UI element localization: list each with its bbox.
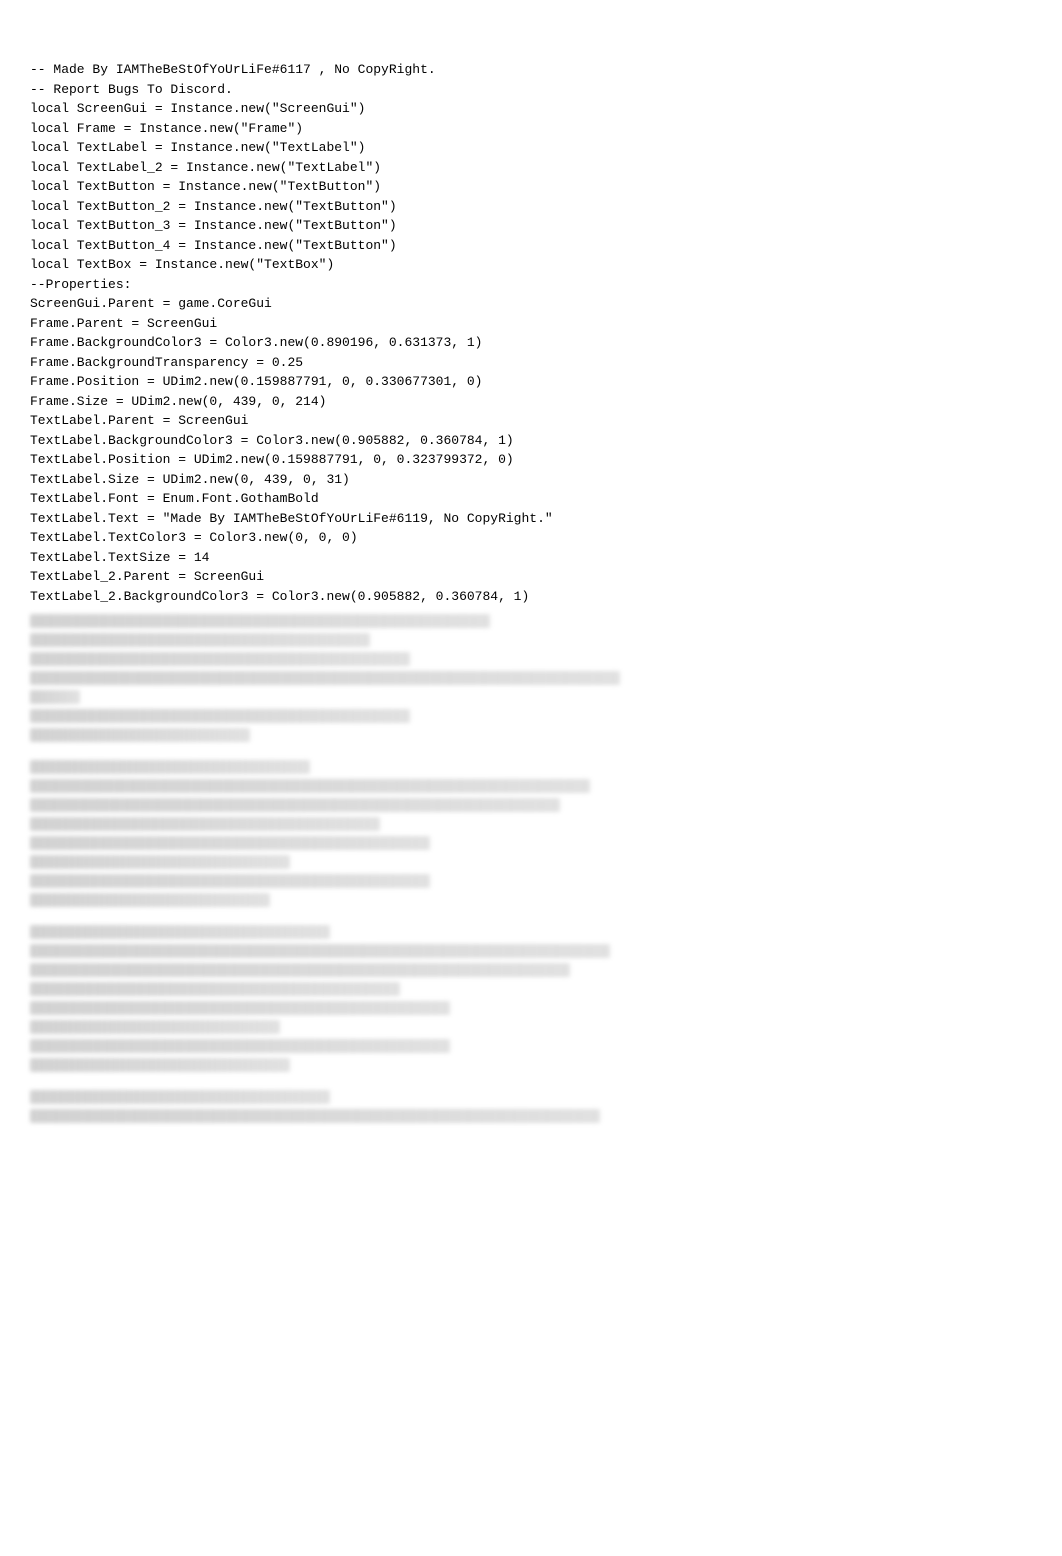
blur-line bbox=[30, 944, 610, 958]
blur-line bbox=[30, 1039, 450, 1053]
blur-group bbox=[30, 1090, 1032, 1123]
code-line: local TextButton_4 = Instance.new("TextB… bbox=[30, 236, 1032, 256]
code-line: local TextLabel_2 = Instance.new("TextLa… bbox=[30, 158, 1032, 178]
blurred-content bbox=[30, 614, 1032, 1123]
blur-line bbox=[30, 652, 410, 666]
blur-line bbox=[30, 760, 310, 774]
code-line: TextLabel.Position = UDim2.new(0.1598877… bbox=[30, 450, 1032, 470]
blur-line bbox=[30, 925, 330, 939]
code-line: TextLabel.Parent = ScreenGui bbox=[30, 411, 1032, 431]
blur-line bbox=[30, 671, 620, 685]
blur-line bbox=[30, 836, 430, 850]
blur-line bbox=[30, 874, 430, 888]
code-line: ScreenGui.Parent = game.CoreGui bbox=[30, 294, 1032, 314]
code-line: Frame.Position = UDim2.new(0.159887791, … bbox=[30, 372, 1032, 392]
code-line: TextLabel_2.BackgroundColor3 = Color3.ne… bbox=[30, 587, 1032, 607]
code-line: -- Report Bugs To Discord. bbox=[30, 80, 1032, 100]
code-line: Frame.BackgroundTransparency = 0.25 bbox=[30, 353, 1032, 373]
blur-line bbox=[30, 690, 80, 704]
code-line: Frame.Size = UDim2.new(0, 439, 0, 214) bbox=[30, 392, 1032, 412]
code-line: local TextLabel = Instance.new("TextLabe… bbox=[30, 138, 1032, 158]
blur-group bbox=[30, 614, 1032, 742]
blur-line bbox=[30, 633, 370, 647]
code-line: TextLabel_2.Parent = ScreenGui bbox=[30, 567, 1032, 587]
code-line: local ScreenGui = Instance.new("ScreenGu… bbox=[30, 99, 1032, 119]
code-line: Frame.BackgroundColor3 = Color3.new(0.89… bbox=[30, 333, 1032, 353]
code-line: TextLabel.Text = "Made By IAMTheBeStOfYo… bbox=[30, 509, 1032, 529]
blur-line bbox=[30, 1001, 450, 1015]
code-line: TextLabel.TextColor3 = Color3.new(0, 0, … bbox=[30, 528, 1032, 548]
blur-line bbox=[30, 1109, 600, 1123]
blur-line bbox=[30, 982, 400, 996]
blur-group bbox=[30, 925, 1032, 1072]
blur-line bbox=[30, 709, 410, 723]
code-line: local TextButton = Instance.new("TextBut… bbox=[30, 177, 1032, 197]
blur-line bbox=[30, 963, 570, 977]
blur-line bbox=[30, 614, 490, 628]
blur-line bbox=[30, 779, 590, 793]
code-line: local Frame = Instance.new("Frame") bbox=[30, 119, 1032, 139]
blur-line bbox=[30, 855, 290, 869]
blur-line bbox=[30, 798, 560, 812]
blur-line bbox=[30, 1090, 330, 1104]
blur-line bbox=[30, 1020, 280, 1034]
code-line: TextLabel.TextSize = 14 bbox=[30, 548, 1032, 568]
blur-line bbox=[30, 1058, 290, 1072]
code-line: --Properties: bbox=[30, 275, 1032, 295]
code-line: local TextButton_2 = Instance.new("TextB… bbox=[30, 197, 1032, 217]
blur-group bbox=[30, 760, 1032, 907]
code-line: TextLabel.Font = Enum.Font.GothamBold bbox=[30, 489, 1032, 509]
blur-line bbox=[30, 817, 380, 831]
code-block: -- Made By IAMTheBeStOfYoUrLiFe#6117 , N… bbox=[30, 60, 1032, 606]
code-line: TextLabel.BackgroundColor3 = Color3.new(… bbox=[30, 431, 1032, 451]
code-line: -- Made By IAMTheBeStOfYoUrLiFe#6117 , N… bbox=[30, 60, 1032, 80]
blur-line bbox=[30, 893, 270, 907]
code-line: local TextButton_3 = Instance.new("TextB… bbox=[30, 216, 1032, 236]
code-line: Frame.Parent = ScreenGui bbox=[30, 314, 1032, 334]
blur-line bbox=[30, 728, 250, 742]
code-line: TextLabel.Size = UDim2.new(0, 439, 0, 31… bbox=[30, 470, 1032, 490]
code-line: local TextBox = Instance.new("TextBox") bbox=[30, 255, 1032, 275]
